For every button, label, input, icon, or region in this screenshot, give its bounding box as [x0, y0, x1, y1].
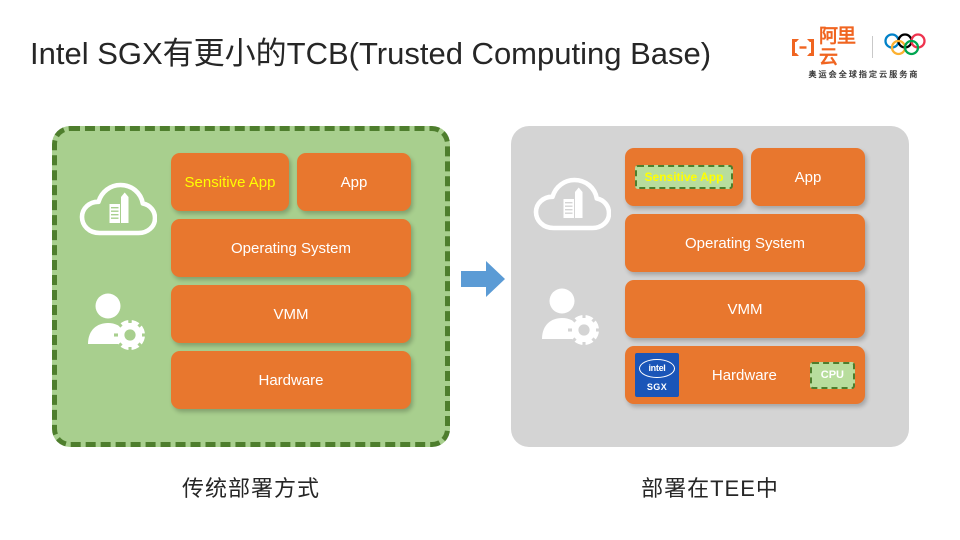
box-hardware[interactable]: Hardware	[171, 351, 411, 409]
intel-wordmark: intel	[639, 358, 675, 378]
hardware-label: Hardware	[711, 366, 777, 384]
box-vmm[interactable]: VMM	[171, 285, 411, 343]
panel-traditional-deployment: Sensitive App App Operating System VMM H…	[52, 126, 450, 447]
box-sensitive-app-container[interactable]: Sensitive App	[625, 148, 743, 206]
caption-traditional: 传统部署方式	[181, 476, 320, 501]
caption-tee: 部署在TEE中	[641, 476, 779, 501]
cloud-building-icon	[533, 174, 612, 241]
intel-sgx-logo-icon: intel SGX	[635, 353, 679, 397]
box-operating-system[interactable]: Operating System	[625, 214, 865, 272]
enclave-sensitive-app[interactable]: Sensitive App	[634, 165, 734, 189]
box-operating-system[interactable]: Operating System	[171, 219, 411, 277]
brand-logo-row: 阿里云	[790, 26, 938, 68]
user-gear-icon	[539, 287, 605, 354]
transition-arrow	[459, 258, 507, 300]
cpu-badge[interactable]: CPU	[809, 361, 855, 389]
box-app[interactable]: App	[751, 148, 865, 206]
box-app[interactable]: App	[297, 153, 411, 211]
panel-tee-deployment: Sensitive App App Operating System VMM i…	[511, 126, 909, 447]
hardware-row-content: intel SGX Hardware CPU	[625, 346, 865, 404]
brand-name: 阿里云	[819, 26, 856, 68]
alibaba-cloud-mark-icon	[790, 37, 816, 58]
intel-sgx-sublabel: SGX	[646, 381, 668, 392]
page-title: Intel SGX有更小的TCB(Trusted Computing Base)	[30, 36, 712, 71]
box-hardware[interactable]: intel SGX Hardware CPU	[625, 346, 865, 404]
brand-divider	[872, 36, 873, 58]
brand-logo: 阿里云 奥运会全球指定云服务商	[790, 26, 938, 84]
box-vmm[interactable]: VMM	[625, 280, 865, 338]
brand-tagline: 奥运会全球指定云服务商	[808, 70, 920, 79]
user-gear-icon	[85, 292, 151, 359]
olympic-rings-icon	[882, 32, 938, 62]
box-sensitive-app[interactable]: Sensitive App	[171, 153, 289, 211]
cloud-building-icon	[79, 179, 158, 246]
